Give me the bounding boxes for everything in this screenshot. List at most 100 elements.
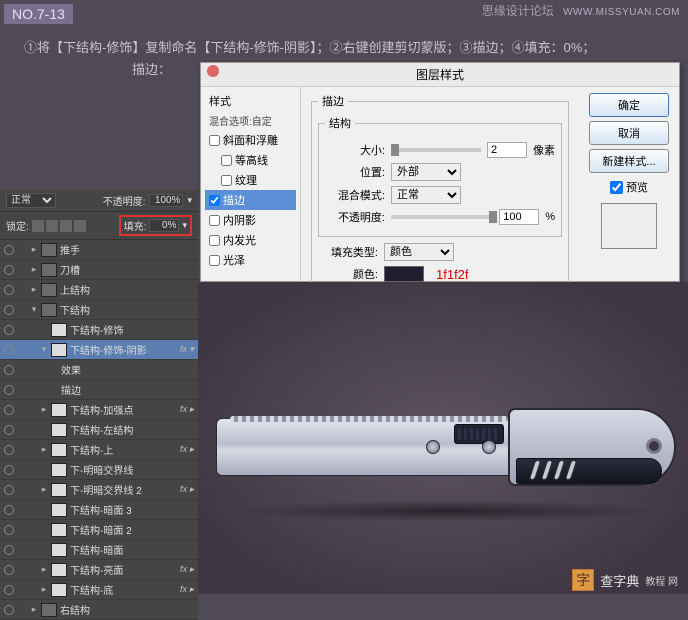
layer-name: 下-明暗交界线 2 (70, 482, 177, 497)
color-swatch[interactable] (384, 266, 424, 282)
folder-icon (41, 243, 57, 257)
layer-row[interactable]: 下结构-暗面 2 (0, 520, 198, 540)
watermark-main: 查字典 (600, 571, 639, 590)
layer-thumbnail (51, 343, 67, 357)
layer-name: 下结构-加强点 (70, 402, 177, 417)
layer-row[interactable]: 下-明暗交界线 (0, 460, 198, 480)
disclosure-icon[interactable]: ▸ (30, 264, 38, 275)
visibility-icon[interactable] (4, 265, 14, 275)
visibility-icon[interactable] (4, 365, 14, 375)
blendmode-label: 混合模式: (325, 187, 385, 203)
texture-checkbox[interactable]: 纹理 (205, 170, 296, 190)
layer-row[interactable]: ▸ 下结构-加强点fx ▸ (0, 400, 198, 420)
visibility-icon[interactable] (4, 425, 14, 435)
size-input[interactable] (487, 142, 527, 158)
visibility-icon[interactable] (4, 405, 14, 415)
layer-row[interactable]: ▸下结构-底fx ▸ (0, 580, 198, 600)
lock-position-icon[interactable] (60, 220, 72, 232)
visibility-icon[interactable] (4, 245, 14, 255)
disclosure-icon[interactable]: ▸ (30, 244, 38, 255)
disclosure-icon[interactable]: ▸ (40, 484, 48, 495)
fx-badge[interactable]: fx ▸ (180, 484, 194, 495)
layer-row[interactable]: ▸ 下-明暗交界线 2fx ▸ (0, 480, 198, 500)
layer-folder[interactable]: ▸刀槽 (0, 260, 198, 280)
ok-button[interactable]: 确定 (589, 93, 669, 117)
disclosure-icon[interactable]: ▸ (40, 404, 48, 415)
disclosure-icon[interactable]: ▸ (40, 444, 48, 455)
visibility-icon[interactable] (4, 525, 14, 535)
layer-style-dialog: 图层样式 样式 混合选项:自定 斜面和浮雕 等高线 纹理 描边 内阴影 内发光 … (200, 62, 680, 282)
lock-all-icon[interactable] (74, 220, 86, 232)
inner-shadow-checkbox[interactable]: 内阴影 (205, 210, 296, 230)
preview-checkbox[interactable]: 预览 (610, 179, 648, 195)
knife-shadow (238, 500, 658, 522)
fill-input[interactable] (149, 219, 179, 232)
visibility-icon[interactable] (4, 545, 14, 555)
inner-glow-checkbox[interactable]: 内发光 (205, 230, 296, 250)
layer-name: 上结构 (60, 282, 194, 297)
visibility-icon[interactable] (4, 445, 14, 455)
layer-row[interactable]: 下结构-暗面 3 (0, 500, 198, 520)
layer-row[interactable]: ▸下结构-上fx ▸ (0, 440, 198, 460)
disclosure-icon[interactable]: ▾ (30, 304, 38, 315)
visibility-icon[interactable] (4, 305, 14, 315)
layer-row[interactable]: 下结构-暗面 (0, 540, 198, 560)
lock-pixels-icon[interactable] (46, 220, 58, 232)
layer-row[interactable]: 下结构-左结构 (0, 420, 198, 440)
cancel-button[interactable]: 取消 (589, 121, 669, 145)
layer-effect-item[interactable]: 描边 (0, 380, 198, 400)
visibility-icon[interactable] (4, 345, 14, 355)
visibility-icon[interactable] (4, 505, 14, 515)
layer-folder[interactable]: ▸ 上结构 (0, 280, 198, 300)
dialog-stroke-panel: 描边 结构 大小: 像素 位置: 外部 混合模式: 正常 (301, 87, 579, 283)
lock-transparent-icon[interactable] (32, 220, 44, 232)
site-url: WWW.MISSYUAN.COM (563, 7, 680, 18)
blend-options[interactable]: 混合选项:自定 (205, 111, 296, 130)
blend-mode-select[interactable]: 正常 (6, 193, 56, 208)
visibility-icon[interactable] (4, 465, 14, 475)
position-select[interactable]: 外部 (391, 163, 461, 181)
layer-row[interactable]: 下结构-修饰 (0, 320, 198, 340)
size-slider[interactable] (391, 148, 481, 152)
opacity-input[interactable] (499, 209, 539, 225)
visibility-icon[interactable] (4, 565, 14, 575)
disclosure-icon[interactable]: ▸ (30, 604, 38, 615)
layer-effect-item[interactable]: 效果 (0, 360, 198, 380)
chevron-down-icon[interactable]: ▾ (182, 220, 187, 231)
new-style-button[interactable]: 新建样式... (589, 149, 669, 173)
layer-folder[interactable]: ▾下结构 (0, 300, 198, 320)
contour-checkbox[interactable]: 等高线 (205, 150, 296, 170)
fx-badge[interactable]: fx ▸ (180, 584, 194, 595)
fx-badge[interactable]: fx ▸ (180, 404, 194, 415)
layer-folder[interactable]: ▸推手 (0, 240, 198, 260)
visibility-icon[interactable] (4, 605, 14, 615)
fx-badge[interactable]: fx ▸ (180, 444, 194, 455)
visibility-icon[interactable] (4, 485, 14, 495)
layer-name: 下结构-暗面 2 (70, 522, 194, 537)
blendmode-select[interactable]: 正常 (391, 186, 461, 204)
bevel-checkbox[interactable]: 斜面和浮雕 (205, 130, 296, 150)
layer-name: 下结构-修饰 (70, 322, 194, 337)
disclosure-icon[interactable]: ▸ (30, 284, 38, 295)
opacity-slider[interactable] (391, 215, 493, 219)
visibility-icon[interactable] (4, 325, 14, 335)
layer-folder[interactable]: ▸右结构 (0, 600, 198, 620)
styles-header[interactable]: 样式 (205, 91, 296, 111)
filltype-select[interactable]: 颜色 (384, 243, 454, 261)
disclosure-icon[interactable]: ▸ (40, 564, 48, 575)
close-icon[interactable] (207, 65, 219, 77)
visibility-icon[interactable] (4, 585, 14, 595)
fx-badge[interactable]: fx ▾ (180, 344, 194, 355)
disclosure-icon[interactable]: ▾ (40, 344, 48, 355)
visibility-icon[interactable] (4, 285, 14, 295)
position-label: 位置: (325, 164, 385, 180)
fx-badge[interactable]: fx ▸ (180, 564, 194, 575)
chevron-down-icon[interactable]: ▾ (187, 195, 192, 206)
layer-row[interactable]: ▸下结构-亮面fx ▸ (0, 560, 198, 580)
satin-checkbox[interactable]: 光泽 (205, 250, 296, 270)
panel-opacity-input[interactable] (149, 194, 183, 207)
stroke-checkbox[interactable]: 描边 (205, 190, 296, 210)
visibility-icon[interactable] (4, 385, 14, 395)
layer-row[interactable]: ▾下结构-修饰-阴影fx ▾ (0, 340, 198, 360)
disclosure-icon[interactable]: ▸ (40, 584, 48, 595)
